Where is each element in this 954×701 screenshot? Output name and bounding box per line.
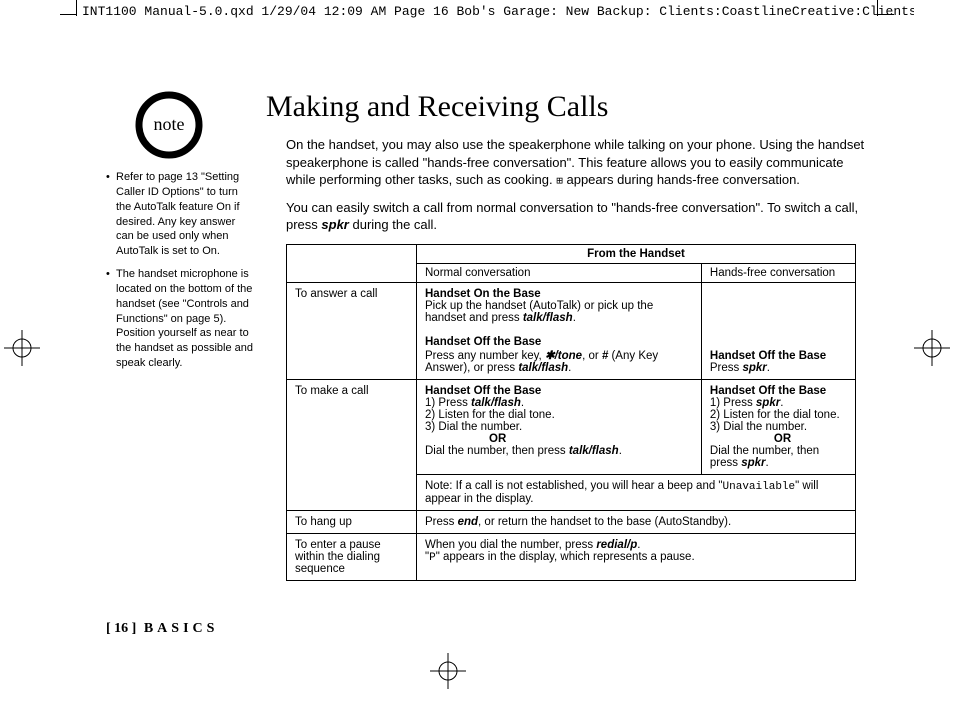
cell-heading: Handset Off the Base: [425, 336, 541, 348]
key-redial-p: redial/p: [596, 539, 637, 551]
cell-text: Dial the number, then press: [425, 445, 569, 457]
page-content: note Refer to page 13 "Setting Caller ID…: [106, 90, 874, 641]
cell-text: When you dial the number, press: [425, 539, 596, 551]
col-normal: Normal conversation: [417, 264, 702, 283]
key-spkr: spkr: [741, 457, 765, 469]
intro-text: during the call.: [349, 217, 437, 232]
cell-text: , or return the handset to the base (Aut…: [478, 516, 731, 528]
cell-heading: Handset Off the Base: [710, 385, 826, 397]
intro-paragraph-1: On the handset, you may also use the spe…: [286, 136, 874, 189]
or-label: OR: [489, 433, 693, 445]
row-label-pause: To enter a pause within the dialing sequ…: [287, 534, 417, 581]
cell-answer-normal: Handset On the Base Pick up the handset …: [417, 283, 702, 380]
cell-heading: Handset Off the Base: [425, 385, 541, 397]
cell-text: 1) Press: [710, 397, 756, 409]
key-talk-flash: talk/flash: [518, 362, 568, 374]
cell-text: 2) Listen for the dial tone.: [425, 409, 555, 421]
table-header-from-handset: From the Handset: [417, 245, 856, 264]
cell-heading: Handset On the Base: [425, 288, 541, 300]
key-talk-flash: talk/flash: [471, 397, 521, 409]
or-label: OR: [774, 433, 847, 445]
note-icon: note: [134, 90, 204, 160]
key-talk-flash: talk/flash: [569, 445, 619, 457]
speaker-icon: ⊞: [556, 174, 563, 187]
row-label-answer: To answer a call: [287, 283, 417, 380]
cell-make-normal: Handset Off the Base 1) Press talk/flash…: [417, 380, 702, 475]
intro-text: appears during hands-free conversation.: [563, 172, 800, 187]
sidebar-bullet: The handset microphone is located on the…: [106, 267, 254, 371]
main-column: Making and Receiving Calls On the handse…: [266, 90, 874, 581]
call-table: From the Handset Normal conversation Han…: [286, 244, 856, 581]
sidebar-bullet: Refer to page 13 "Setting Caller ID Opti…: [106, 170, 254, 259]
display-text: Unavailable: [723, 481, 796, 493]
cell-text: Press any number key,: [425, 350, 545, 362]
cell-text: 2) Listen for the dial tone.: [710, 409, 840, 421]
cell-text: 1) Press: [425, 397, 471, 409]
register-mark-bottom: [430, 653, 466, 689]
imprint-header: INT1100 Manual-5.0.qxd 1/29/04 12:09 AM …: [82, 4, 914, 19]
cell-heading: Handset Off the Base: [710, 350, 826, 362]
col-handsfree: Hands-free conversation: [701, 264, 855, 283]
cell-text: , or: [582, 350, 602, 362]
page-footer: [ 16 ] BASICS: [106, 621, 218, 637]
cell-hang: Press end, or return the handset to the …: [417, 511, 856, 534]
cell-text: " appears in the display, which represen…: [436, 551, 695, 563]
intro-paragraph-2: You can easily switch a call from normal…: [286, 199, 874, 234]
cell-text: Press: [425, 516, 458, 528]
row-label-make: To make a call: [287, 380, 417, 511]
key-tone: ✱/tone: [545, 350, 582, 362]
cell-text: 3) Dial the number.: [710, 421, 807, 433]
cell-answer-handsfree: Handset Off the Base Press spkr.: [701, 283, 855, 380]
sidebar-note: note Refer to page 13 "Setting Caller ID…: [106, 90, 254, 379]
row-label-hang: To hang up: [287, 511, 417, 534]
cell-pause: When you dial the number, press redial/p…: [417, 534, 856, 581]
key-end: end: [458, 516, 478, 528]
cell-text: 3) Dial the number.: [425, 421, 522, 433]
cell-text: Press: [710, 362, 743, 374]
note-label: note: [154, 114, 185, 135]
page-number: [ 16 ]: [106, 621, 136, 636]
cell-make-note: Note: If a call is not established, you …: [417, 475, 856, 511]
cell-make-handsfree: Handset Off the Base 1) Press spkr. 2) L…: [701, 380, 855, 475]
key-spkr: spkr: [756, 397, 780, 409]
display-text: P: [429, 552, 436, 564]
section-label: BASICS: [144, 621, 219, 636]
cell-text: Note: If a call is not established, you …: [425, 480, 723, 492]
register-mark-left: [4, 330, 40, 366]
key-talk-flash: talk/flash: [523, 312, 573, 324]
key-spkr: spkr: [742, 362, 766, 374]
page-title: Making and Receiving Calls: [266, 90, 874, 124]
register-mark-right: [914, 330, 950, 366]
key-spkr: spkr: [321, 217, 348, 232]
